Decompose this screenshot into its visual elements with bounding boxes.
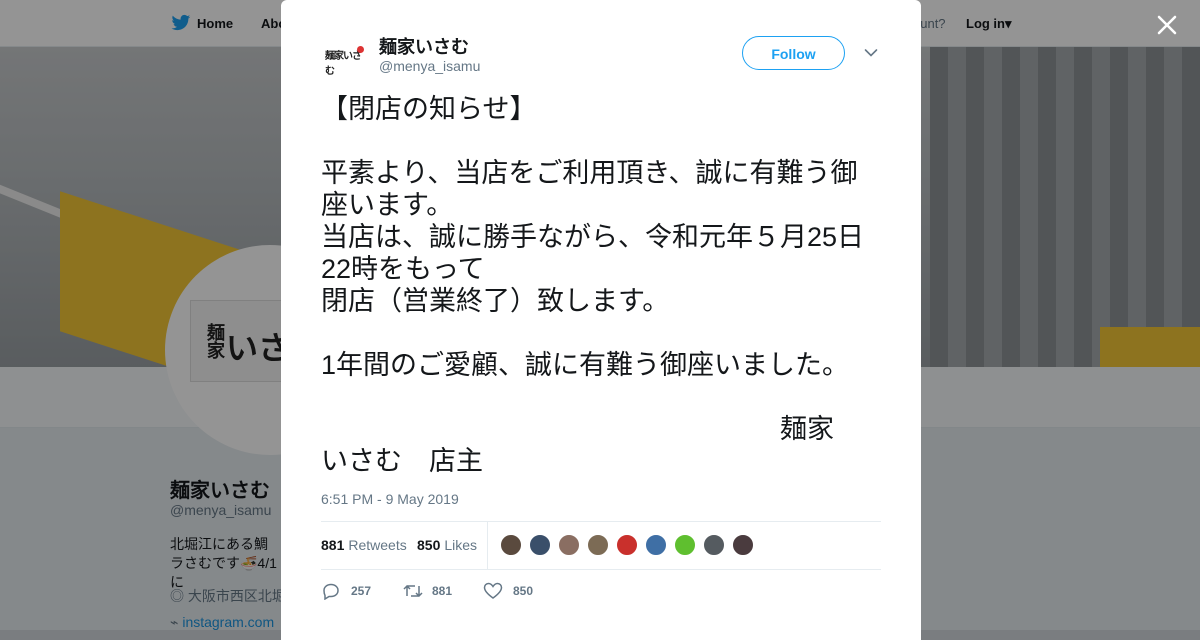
liker-avatar[interactable] — [557, 533, 581, 557]
liker-avatar[interactable] — [702, 533, 726, 557]
likes-count: 850 — [417, 537, 441, 553]
tweet-author-handle[interactable]: @menya_isamu — [379, 58, 480, 74]
liker-avatar[interactable] — [731, 533, 755, 557]
tweet-modal: 麺家いさむ 麺家いさむ @menya_isamu Follow 【閉店の知らせ】… — [281, 0, 921, 640]
tweet-text: 【閉店の知らせ】 平素より、当店をご利用頂き、誠に有難う御座います。 当店は、誠… — [321, 94, 865, 476]
close-icon[interactable] — [1154, 12, 1180, 38]
tweet-stats: 881 Retweets 850 Likes — [321, 521, 881, 570]
tweet-author-name[interactable]: 麺家いさむ — [379, 33, 469, 59]
tweet-actions: 257 881 850 — [321, 580, 881, 604]
retweets-stat[interactable]: 881 Retweets — [321, 537, 407, 553]
retweet-icon — [403, 584, 423, 598]
retweets-label: Retweets — [348, 537, 407, 553]
like-action-count: 850 — [513, 584, 534, 598]
retweets-count: 881 — [321, 537, 345, 553]
likes-stat[interactable]: 850 Likes — [417, 537, 477, 553]
chevron-down-icon[interactable] — [864, 48, 878, 58]
heart-icon — [483, 582, 503, 599]
liker-avatar[interactable] — [615, 533, 639, 557]
liker-avatar[interactable] — [499, 533, 523, 557]
liker-avatar[interactable] — [586, 533, 610, 557]
liker-avatar[interactable] — [644, 533, 668, 557]
likes-label: Likes — [444, 537, 478, 553]
tweet-timestamp[interactable]: 6:51 PM - 9 May 2019 — [321, 491, 459, 507]
liker-avatar[interactable] — [673, 533, 697, 557]
reply-count: 257 — [351, 584, 372, 598]
tweet-author-avatar[interactable]: 麺家いさむ — [321, 34, 367, 77]
liker-avatar[interactable] — [528, 533, 552, 557]
follow-button[interactable]: Follow — [742, 36, 845, 70]
retweet-action-count: 881 — [432, 584, 453, 598]
reply-icon — [323, 583, 339, 600]
